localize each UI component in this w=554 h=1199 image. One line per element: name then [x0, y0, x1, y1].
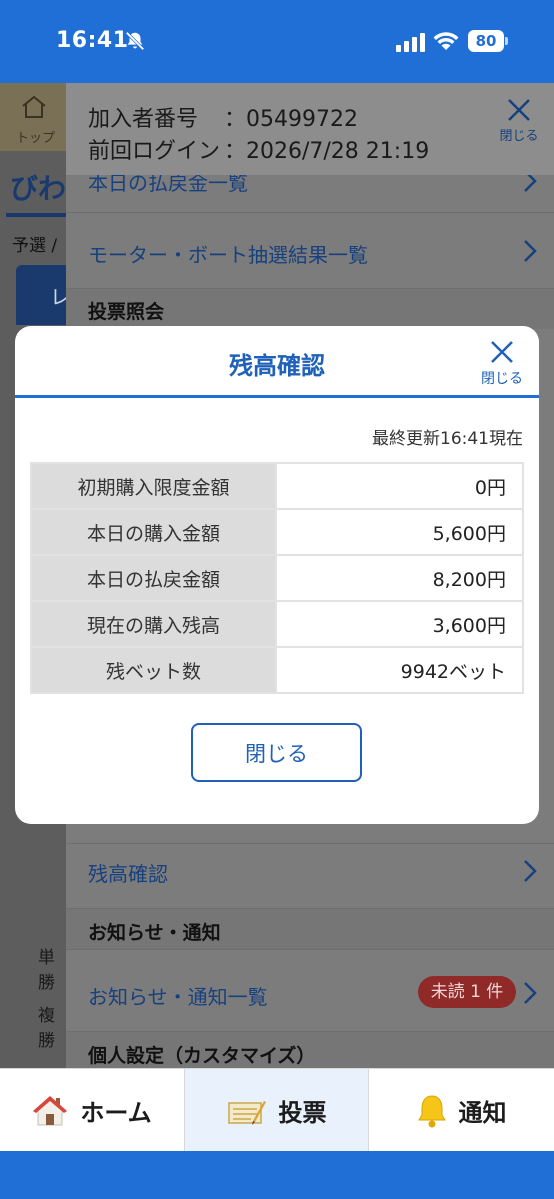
bg-tab-label: レ — [50, 285, 66, 309]
table-row: 本日の購入金額 5,600円 — [30, 508, 524, 556]
bg-tab: レ — [16, 265, 66, 325]
row-label: 現在の購入残高 — [30, 600, 277, 648]
bg-race-type: 予選 / — [12, 236, 58, 256]
row-label: 初期購入限度金額 — [30, 462, 277, 510]
row-label: 残ベット数 — [30, 646, 277, 694]
tab-vote-label: 投票 — [278, 1099, 327, 1127]
battery-level: 80 — [468, 30, 504, 52]
drawer-close-button[interactable]: 閉じる — [498, 97, 540, 144]
drawer-close-label: 閉じる — [499, 129, 539, 144]
bg-venue-title: びわ — [10, 172, 66, 205]
row-value: 0円 — [275, 462, 524, 510]
bg-title-underline — [6, 213, 66, 217]
section-personal-settings: 個人設定（カスタマイズ） — [88, 1045, 316, 1067]
last-login-row: 前回ログイン ：2026/7/28 21:19 — [88, 133, 429, 165]
menu-link-lottery-results[interactable]: モーター・ボート抽選結果一覧 — [88, 239, 368, 268]
bg-fuku-label: 複勝 — [38, 1006, 55, 1051]
home-indicator-area — [0, 1151, 554, 1199]
status-time: 16:41 — [56, 28, 129, 53]
member-number-value: ：05499722 — [224, 107, 358, 132]
row-value: 5,600円 — [275, 508, 524, 556]
chevron-right-icon — [524, 982, 537, 1004]
last-updated-text: 最終更新16:41現在 — [372, 429, 523, 449]
bg-top-button: トップ — [0, 83, 66, 151]
last-login-label: 前回ログイン — [88, 139, 221, 164]
bottom-tab-bar: ホーム 投票 通知 — [0, 1068, 554, 1152]
chevron-right-icon — [524, 240, 537, 262]
member-number-label: 加入者番号 — [88, 107, 199, 132]
row-value: 3,600円 — [275, 600, 524, 648]
modal-close-button[interactable]: 閉じる — [477, 338, 527, 388]
table-row: 現在の購入残高 3,600円 — [30, 600, 524, 648]
drawer-header: 加入者番号 ：05499722 前回ログイン ：2026/7/28 21:19 閉じ… — [66, 83, 554, 175]
wifi-icon — [433, 32, 459, 50]
close-button[interactable]: 閉じる — [191, 723, 362, 782]
close-icon — [508, 99, 530, 121]
close-icon — [491, 341, 513, 363]
menu-link-balance-check[interactable]: 残高確認 — [88, 858, 168, 887]
tab-home[interactable]: ホーム — [0, 1069, 184, 1152]
balance-table: 初期購入限度金額 0円 本日の購入金額 5,600円 本日の払戻金額 8,200… — [30, 462, 524, 694]
bg-tan-label: 単勝 — [38, 948, 55, 993]
table-row: 残ベット数 9942ベット — [30, 646, 524, 694]
tab-vote[interactable]: 投票 — [185, 1069, 368, 1152]
menu-link-notice-list[interactable]: お知らせ・通知一覧 — [88, 981, 268, 1010]
bg-top-label: トップ — [16, 131, 56, 146]
ticket-icon — [227, 1100, 266, 1125]
section-vote-inquiry: 投票照会 — [88, 301, 165, 323]
signal-icon — [396, 33, 425, 52]
status-bar: 16:41 80 — [0, 0, 554, 83]
tab-home-label: ホーム — [80, 1099, 152, 1127]
modal-title: 残高確認 — [229, 352, 325, 380]
bell-slash-icon — [125, 31, 145, 51]
last-login-value: ：2026/7/28 21:19 — [224, 139, 430, 164]
balance-check-modal: 残高確認 閉じる 最終更新16:41現在 初期購入限度金額 0円 本日の購入金額… — [15, 326, 539, 824]
row-label: 本日の購入金額 — [30, 508, 277, 556]
home-outline-icon — [22, 95, 46, 118]
chevron-right-icon — [524, 860, 537, 882]
home-icon — [33, 1095, 68, 1125]
row-value: 8,200円 — [275, 554, 524, 602]
bell-icon — [417, 1094, 446, 1127]
row-value: 9942ベット — [275, 646, 524, 694]
unread-badge: 未読 1 件 — [418, 976, 516, 1008]
battery-icon: 80 — [468, 30, 508, 52]
tab-notify[interactable]: 通知 — [369, 1069, 554, 1152]
section-notices: お知らせ・通知 — [88, 922, 221, 944]
member-number-row: 加入者番号 ：05499722 — [88, 101, 358, 133]
table-row: 本日の払戻金額 8,200円 — [30, 554, 524, 602]
modal-close-label: 閉じる — [481, 371, 523, 387]
tab-notify-label: 通知 — [458, 1099, 507, 1127]
modal-title-rule — [15, 395, 539, 398]
table-row: 初期購入限度金額 0円 — [30, 462, 524, 510]
row-label: 本日の払戻金額 — [30, 554, 277, 602]
